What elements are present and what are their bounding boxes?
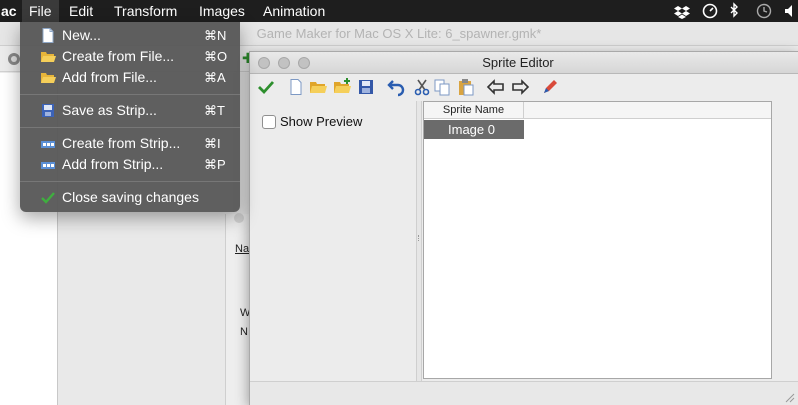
volume-icon[interactable] — [784, 0, 798, 22]
sprite-editor-toolbar — [250, 74, 798, 101]
save-strip-icon — [40, 103, 56, 118]
new-image-icon[interactable] — [286, 77, 306, 97]
menu-edit[interactable]: Edit — [62, 0, 100, 22]
cut-icon[interactable] — [412, 77, 432, 97]
file-menu-dropdown: New... ⌘N Create from File... ⌘O Add fro… — [20, 22, 240, 212]
dropbox-icon[interactable] — [674, 0, 692, 22]
panel-splitter[interactable] — [416, 101, 422, 381]
bluetooth-icon[interactable] — [728, 0, 740, 22]
menu-item-create-from-file[interactable]: Create from File... ⌘O — [20, 46, 240, 67]
sprite-editor-window: Sprite Editor Show Preview Sprite Name I… — [249, 51, 798, 405]
menu-item-add-from-file[interactable]: Add from File... ⌘A — [20, 67, 240, 88]
new-file-icon — [40, 28, 56, 43]
menu-separator — [20, 181, 240, 182]
column-header-sprite-name[interactable]: Sprite Name — [424, 102, 524, 119]
shift-left-icon[interactable] — [486, 77, 506, 97]
show-preview-label[interactable]: Show Preview — [280, 114, 362, 129]
shift-right-icon[interactable] — [510, 77, 530, 97]
sprite-editor-title: Sprite Editor — [482, 55, 554, 70]
menu-item-new[interactable]: New... ⌘N — [20, 25, 240, 46]
checkmark-icon — [40, 190, 56, 205]
strip-create-icon — [40, 136, 56, 151]
list-item[interactable]: Image 0 — [424, 120, 524, 139]
splitter-grip-icon — [418, 235, 420, 241]
menu-item-close-saving-changes[interactable]: Close saving changes — [20, 187, 240, 208]
menu-images[interactable]: Images — [192, 0, 252, 22]
menu-transform[interactable]: Transform — [107, 0, 184, 22]
save-disk-icon[interactable] — [356, 77, 376, 97]
menu-item-save-as-strip[interactable]: Save as Strip... ⌘T — [20, 100, 240, 121]
preview-options-panel: Show Preview — [250, 101, 416, 381]
menu-item-add-from-strip[interactable]: Add from Strip... ⌘P — [20, 154, 240, 175]
folder-add-icon — [40, 70, 56, 85]
folder-open-icon — [40, 49, 56, 64]
undo-icon[interactable] — [386, 77, 406, 97]
menu-separator — [20, 127, 240, 128]
show-preview-checkbox[interactable] — [262, 115, 276, 129]
sprite-editor-titlebar[interactable]: Sprite Editor — [250, 52, 798, 74]
sprite-image-list: Sprite Name Image 0 — [423, 101, 772, 379]
object-name-label: Na — [235, 243, 250, 255]
window-control-dot[interactable] — [234, 213, 244, 223]
edit-pencil-icon[interactable] — [540, 77, 560, 97]
timemachine-icon[interactable] — [702, 0, 718, 22]
menu-animation[interactable]: Animation — [256, 0, 332, 22]
app-menu[interactable]: ac — [0, 0, 24, 22]
open-folder-icon[interactable] — [308, 77, 328, 97]
history-icon[interactable] — [755, 0, 773, 22]
mac-menubar: ac File Edit Transform Images Animation — [0, 0, 798, 22]
resize-grip-icon[interactable] — [785, 391, 795, 403]
list-header: Sprite Name — [424, 102, 771, 119]
add-folder-icon[interactable] — [332, 77, 352, 97]
menu-separator — [20, 94, 240, 95]
object-label-n: N — [240, 326, 248, 338]
sprite-editor-statusbar — [250, 381, 798, 405]
paste-icon[interactable] — [456, 77, 476, 97]
strip-add-icon — [40, 157, 56, 172]
confirm-checkmark-icon[interactable] — [256, 77, 276, 97]
menu-file[interactable]: File — [22, 0, 59, 22]
menu-item-create-from-strip[interactable]: Create from Strip... ⌘I — [20, 133, 240, 154]
copy-icon[interactable] — [432, 77, 452, 97]
